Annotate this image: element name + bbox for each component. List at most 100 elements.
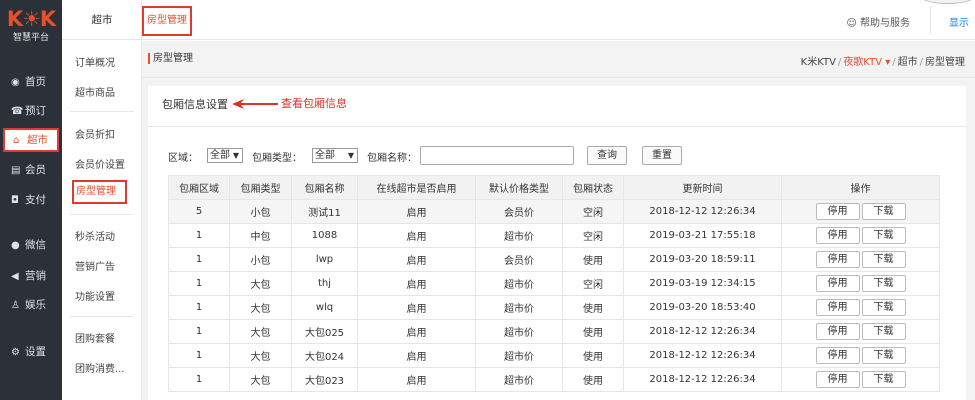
cell-name: 大包025: [291, 319, 358, 344]
breadcrumb-section[interactable]: 超市: [898, 57, 918, 68]
cell-actions: 停用 下载: [781, 295, 940, 320]
store-selector[interactable]: 夜歌KTV ▾: [843, 57, 890, 68]
breadcrumb-root[interactable]: K米KTV: [801, 57, 836, 68]
submenu-item-member-discount[interactable]: 会员折扣: [75, 126, 115, 141]
cell-type: 大包: [229, 367, 292, 392]
submenu-item-products[interactable]: 超市商品: [75, 84, 115, 99]
room-info-card: 包厢信息设置 查看包厢信息 区域： 全部 ▼ 包厢类型： 全部 ▼ 包厢名称： 查询…: [148, 86, 966, 400]
area-select[interactable]: 全部 ▼: [207, 148, 243, 163]
download-button[interactable]: 下载: [861, 227, 906, 244]
room-name-input[interactable]: [420, 146, 574, 165]
cell-actions: 停用 下载: [781, 199, 940, 224]
submenu-item-order-overview[interactable]: 订单概况: [75, 54, 115, 69]
reset-button[interactable]: 重置: [642, 146, 682, 165]
table-row: 1 大包 大包024 启用 超市价 使用 2018-12-12 12:26:34…: [168, 343, 940, 368]
cell-actions: 停用 下载: [781, 271, 940, 296]
submenu-item-member-price[interactable]: 会员价设置: [75, 156, 125, 171]
cell-name: 大包023: [291, 367, 358, 392]
cell-actions: 停用 下载: [781, 319, 940, 344]
cell-area: 1: [168, 247, 230, 272]
cell-status: 使用: [562, 295, 624, 320]
download-button[interactable]: 下载: [861, 299, 906, 316]
cell-status: 空闲: [562, 199, 624, 224]
column-header: 在线超市是否启用: [357, 175, 476, 200]
tab-room-type[interactable]: 房型管理: [142, 6, 192, 36]
nav-label: 营销: [25, 270, 46, 282]
cell-enabled: 启用: [357, 367, 476, 392]
cell-actions: 停用 下载: [781, 343, 940, 368]
submenu-item-function-settings[interactable]: 功能设置: [75, 288, 115, 303]
member-icon: ▤: [11, 165, 21, 176]
download-button[interactable]: 下载: [861, 251, 906, 268]
cell-enabled: 启用: [357, 295, 476, 320]
disable-button[interactable]: 停用: [815, 203, 860, 220]
cell-type: 大包: [229, 319, 292, 344]
column-header: 更新时间: [623, 175, 782, 200]
cell-name: thj: [291, 271, 358, 296]
download-button[interactable]: 下载: [861, 323, 906, 340]
main-sidebar: K☀K 智慧平台 ◉ 首页 ☎ 预订 ⌂ 超市 ▤ 会员 ◘ 支付 ● 微信 ◀ 营销 ♙ 娱乐…: [0, 0, 62, 400]
submenu-item-room-type[interactable]: 房型管理: [72, 180, 127, 204]
nav-item-pay[interactable]: ◘ 支付: [0, 188, 62, 212]
submenu-item-group-package[interactable]: 团购套餐: [75, 330, 115, 345]
card-title: 包厢信息设置: [162, 98, 228, 111]
nav-label: 首页: [25, 76, 46, 88]
cell-enabled: 启用: [357, 319, 476, 344]
booking-icon: ☎: [11, 106, 24, 117]
cell-actions: 停用 下载: [781, 367, 940, 392]
table-row: 1 大包 大包023 启用 超市价 使用 2018-12-12 12:26:34…: [168, 367, 940, 392]
nav-item-home[interactable]: ◉ 首页: [0, 70, 62, 94]
logo-subtitle: 智慧平台: [12, 33, 49, 43]
download-button[interactable]: 下载: [861, 203, 906, 220]
submenu-item-flash-sale[interactable]: 秒杀活动: [75, 228, 115, 243]
cell-actions: 停用 下载: [781, 223, 940, 248]
disable-button[interactable]: 停用: [815, 299, 860, 316]
cell-area: 5: [168, 199, 230, 224]
cell-updated: 2018-12-12 12:26:34: [623, 199, 782, 224]
disable-button[interactable]: 停用: [815, 251, 860, 268]
show-link[interactable]: 显示: [949, 14, 969, 29]
download-button[interactable]: 下载: [861, 347, 906, 364]
cell-status: 使用: [562, 343, 624, 368]
room-name-label: 包厢名称：: [367, 153, 417, 164]
nav-item-supermarket[interactable]: ⌂ 超市: [3, 128, 59, 152]
room-type-select[interactable]: 全部 ▼: [312, 148, 358, 163]
cell-type: 大包: [229, 295, 292, 320]
nav-item-settings[interactable]: ⚙ 设置: [0, 340, 62, 364]
brand-logo: K☀K 智慧平台: [0, 6, 62, 44]
table-row: 1 中包 1088 启用 超市价 空闲 2019-03-21 17:55:18 …: [168, 223, 940, 248]
nav-item-marketing[interactable]: ◀ 营销: [0, 264, 62, 288]
nav-item-entertainment[interactable]: ♙ 娱乐: [0, 293, 62, 317]
disable-button[interactable]: 停用: [815, 227, 860, 244]
download-button[interactable]: 下载: [861, 371, 906, 388]
submenu-item-ads[interactable]: 营销广告: [75, 258, 115, 273]
logo-mark: K☀K: [6, 7, 56, 31]
column-header: 包厢名称: [291, 175, 358, 200]
column-header: 默认价格类型: [475, 175, 563, 200]
submenu-item-group-consume[interactable]: 团购消费...: [75, 360, 125, 375]
cell-enabled: 启用: [357, 271, 476, 296]
cell-status: 使用: [562, 319, 624, 344]
cell-enabled: 启用: [357, 199, 476, 224]
column-header: 包厢状态: [562, 175, 624, 200]
nav-item-member[interactable]: ▤ 会员: [0, 158, 62, 182]
cell-type: 小包: [229, 199, 292, 224]
cell-updated: 2019-03-21 17:55:18: [623, 223, 782, 248]
disable-button[interactable]: 停用: [815, 275, 860, 292]
cell-status: 使用: [562, 367, 624, 392]
disable-button[interactable]: 停用: [815, 323, 860, 340]
download-button[interactable]: 下载: [861, 275, 906, 292]
shop-icon: ⌂: [13, 135, 20, 146]
search-button[interactable]: 查询: [587, 146, 627, 165]
disable-button[interactable]: 停用: [815, 347, 860, 364]
disable-button[interactable]: 停用: [815, 371, 860, 388]
nav-item-wechat[interactable]: ● 微信: [0, 233, 62, 257]
help-service-link[interactable]: ☺ 帮助与服务: [846, 14, 910, 29]
column-header: 操作: [781, 175, 940, 200]
cell-type: 小包: [229, 247, 292, 272]
nav-item-booking[interactable]: ☎ 预订: [0, 99, 62, 123]
nav-label: 娱乐: [25, 299, 46, 311]
table-row: 1 大包 大包025 启用 超市价 使用 2018-12-12 12:26:34…: [168, 319, 940, 344]
submenu-panel: 超市 订单概况 超市商品 会员折扣 会员价设置 房型管理 秒杀活动 营销广告 功…: [62, 0, 142, 400]
breadcrumb-sep: /: [892, 57, 896, 68]
